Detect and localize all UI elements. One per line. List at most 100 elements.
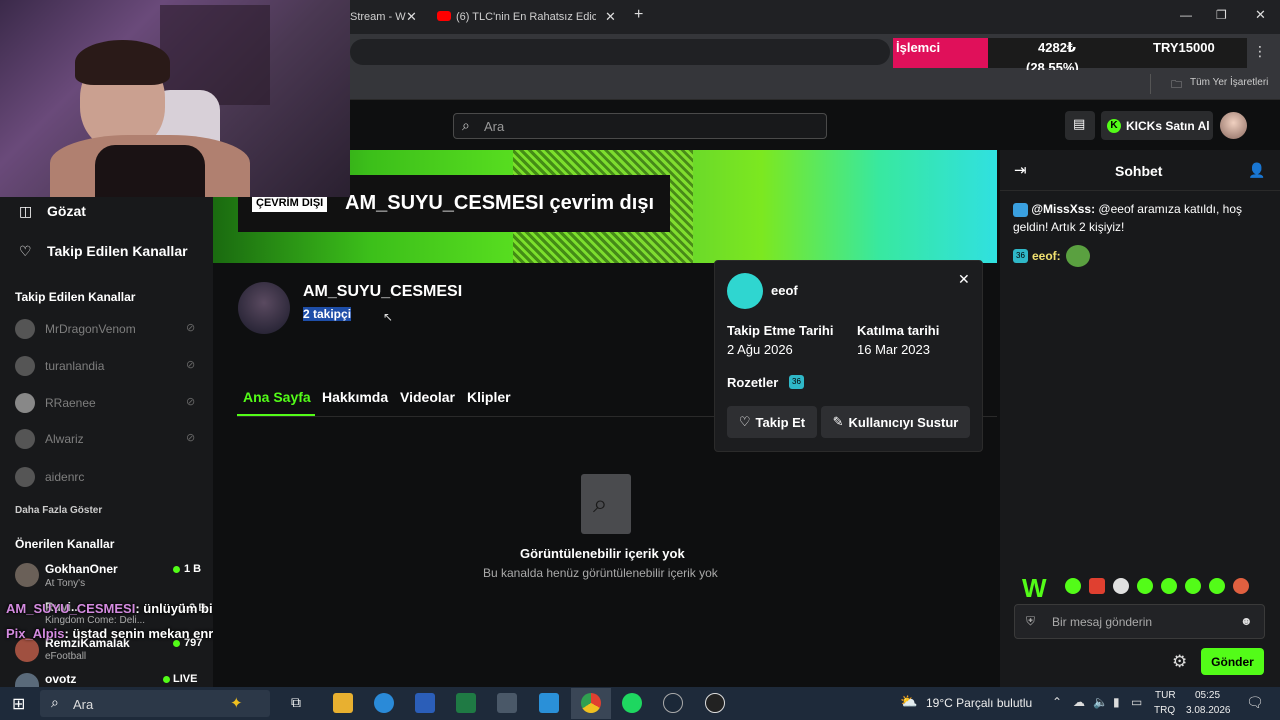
live-dot-icon bbox=[173, 640, 180, 647]
menu-icon[interactable]: ⋮ bbox=[1253, 43, 1267, 60]
emote-icon[interactable] bbox=[1137, 578, 1153, 594]
collapse-chat-icon[interactable]: ⇥ bbox=[1014, 161, 1027, 179]
chrome-icon[interactable] bbox=[581, 693, 601, 713]
close-window-icon[interactable]: ✕ bbox=[1255, 7, 1266, 23]
emote-icon[interactable] bbox=[1233, 578, 1249, 594]
webcam-overlay bbox=[0, 0, 350, 197]
sidebar-item-rraenee[interactable]: RRaenee bbox=[15, 393, 96, 413]
emote-icon[interactable] bbox=[1065, 578, 1081, 594]
tab-about[interactable]: Hakkımda bbox=[322, 389, 388, 405]
subscriber-badge: 36 bbox=[1013, 249, 1028, 263]
minimize-icon[interactable]: — bbox=[1180, 8, 1192, 22]
search-input[interactable]: ⌕ Ara bbox=[453, 113, 827, 139]
steam-icon[interactable] bbox=[663, 693, 683, 713]
folder-icon: 🗀 bbox=[1171, 79, 1182, 91]
overlay-chat-text: : üstad senin mekan enresi bbox=[64, 626, 232, 641]
store-icon[interactable] bbox=[539, 693, 559, 713]
close-tab-icon[interactable]: ✕ bbox=[605, 9, 616, 25]
live-dot-icon bbox=[163, 676, 170, 683]
users-icon[interactable]: 👤 bbox=[1248, 162, 1265, 179]
drops-button[interactable]: ▤ bbox=[1065, 111, 1095, 140]
emote-icon[interactable] bbox=[1161, 578, 1177, 594]
task-view-icon[interactable]: ⧉ bbox=[291, 694, 301, 711]
chat-message: 36 eeof: bbox=[1013, 245, 1090, 267]
follow-date-label: Takip Etme Tarihi bbox=[727, 323, 834, 338]
avatar bbox=[15, 393, 35, 413]
windows-start-icon[interactable]: ⊞ bbox=[12, 694, 25, 714]
empty-title: Görüntülenebilir içerik yok bbox=[520, 546, 685, 561]
maximize-icon[interactable]: ❐ bbox=[1216, 8, 1227, 22]
emote-icon[interactable] bbox=[1209, 578, 1225, 594]
tab-youtube[interactable]: (6) TLC'nin En Rahatsız Edici Pro bbox=[456, 6, 596, 28]
user-avatar[interactable] bbox=[1220, 112, 1247, 139]
avatar bbox=[15, 638, 39, 662]
heart-icon: ♡ bbox=[19, 243, 32, 259]
rec-channel-name[interactable]: GokhanOner bbox=[45, 562, 118, 576]
nav-browse[interactable]: Gözat bbox=[47, 203, 86, 219]
magnifier-icon: ⌕ bbox=[593, 488, 608, 518]
language-indicator[interactable]: TUR bbox=[1155, 690, 1176, 701]
weather-icon: ⛅ bbox=[900, 693, 918, 709]
chat-input[interactable]: ⛨ Bir mesaj gönderin ☻ bbox=[1014, 604, 1265, 639]
offline-text: AM_SUYU_CESMESI çevrim dışı bbox=[345, 192, 654, 214]
avatar bbox=[15, 429, 35, 449]
mute-user-button[interactable]: ✎ Kullanıcıyı Sustur bbox=[821, 406, 970, 438]
edge-icon[interactable] bbox=[374, 693, 394, 713]
clock-time[interactable]: 05:25 bbox=[1195, 690, 1220, 701]
network-icon[interactable]: ▭ bbox=[1131, 695, 1142, 709]
tray-chevron-icon[interactable]: ⌃ bbox=[1052, 695, 1062, 709]
pepe-emote-icon bbox=[1065, 245, 1090, 267]
show-more-link[interactable]: Daha Fazla Göster bbox=[15, 505, 102, 516]
mic-icon: ▮ bbox=[1113, 695, 1120, 709]
notifications-icon[interactable]: 🗨 bbox=[1246, 694, 1264, 711]
ticker-goal: TRY15000 bbox=[1153, 40, 1215, 55]
sidebar-item-mrdragonvenom[interactable]: MrDragonVenom bbox=[15, 319, 136, 339]
tab-label: Stream - W bbox=[350, 11, 406, 23]
url-field[interactable] bbox=[350, 39, 890, 65]
emote-icon[interactable] bbox=[1185, 578, 1201, 594]
close-icon[interactable]: ✕ bbox=[958, 271, 970, 288]
file-explorer-icon[interactable] bbox=[333, 693, 353, 713]
weather-text[interactable]: 19°C Parçalı bulutlu bbox=[926, 696, 1032, 710]
emote-w[interactable]: W bbox=[1022, 573, 1047, 604]
tab-home[interactable]: Ana Sayfa bbox=[243, 389, 311, 405]
send-button[interactable]: Gönder bbox=[1201, 648, 1264, 675]
emote-icon[interactable] bbox=[1113, 578, 1129, 594]
tab-clips[interactable]: Klipler bbox=[467, 389, 511, 405]
new-tab-button[interactable]: + bbox=[634, 6, 643, 24]
avatar bbox=[15, 563, 39, 587]
mute-label: Kullanıcıyı Sustur bbox=[848, 414, 959, 430]
divider bbox=[1000, 190, 1280, 191]
emoji-icon[interactable]: ☻ bbox=[1240, 614, 1253, 628]
all-bookmarks-link[interactable]: Tüm Yer İşaretleri bbox=[1190, 77, 1268, 88]
obs-icon[interactable] bbox=[705, 693, 725, 713]
sidebar-item-alwariz[interactable]: Alwariz bbox=[15, 429, 84, 449]
chat-user[interactable]: @MissXss: bbox=[1031, 202, 1095, 216]
search-icon: ⌕ bbox=[462, 117, 470, 133]
tab-videos[interactable]: Videolar bbox=[400, 389, 455, 405]
sidebar-item-aidenrc[interactable]: aidenrc bbox=[15, 467, 84, 487]
empty-subtitle: Bu kanalda henüz görüntülenebilir içerik… bbox=[483, 566, 718, 580]
close-tab-icon[interactable]: ✕ bbox=[406, 9, 417, 25]
word-icon[interactable] bbox=[415, 693, 435, 713]
user-card-popover: eeof ✕ Takip Etme Tarihi 2 Ağu 2026 Katı… bbox=[714, 260, 983, 452]
gear-icon[interactable]: ⚙ bbox=[1172, 652, 1187, 672]
rec-channel-name[interactable]: ovotz bbox=[45, 672, 76, 686]
sidebar-item-turanlandia[interactable]: turanlandia bbox=[15, 356, 104, 376]
chat-message: @MissXss: @eeof aramıza katıldı, hoş gel… bbox=[1013, 200, 1273, 236]
calculator-icon[interactable] bbox=[497, 693, 517, 713]
excel-icon[interactable] bbox=[456, 693, 476, 713]
stock-ticker: İşlemci 4282₺ (28.55%) TRY15000 bbox=[893, 38, 1247, 75]
buy-kicks-button[interactable]: K KICKs Satın Al bbox=[1101, 111, 1213, 140]
emote-icon[interactable] bbox=[1089, 578, 1105, 594]
volume-icon[interactable]: 🔈 bbox=[1093, 695, 1108, 709]
tab-label: (6) TLC'nin En Rahatsız Edici Pro bbox=[456, 11, 596, 23]
chat-user[interactable]: eeof: bbox=[1032, 249, 1061, 263]
follow-button[interactable]: ♡ Takip Et bbox=[727, 406, 817, 438]
spotify-icon[interactable] bbox=[622, 693, 642, 713]
taskbar-search[interactable]: ⌕ Ara ✦ bbox=[40, 690, 270, 717]
shield-icon: ⛨ bbox=[1026, 614, 1036, 628]
inventory-icon: ▤ bbox=[1073, 116, 1086, 131]
nav-followed[interactable]: Takip Edilen Kanallar bbox=[47, 243, 188, 259]
channel-avatar bbox=[238, 282, 290, 334]
